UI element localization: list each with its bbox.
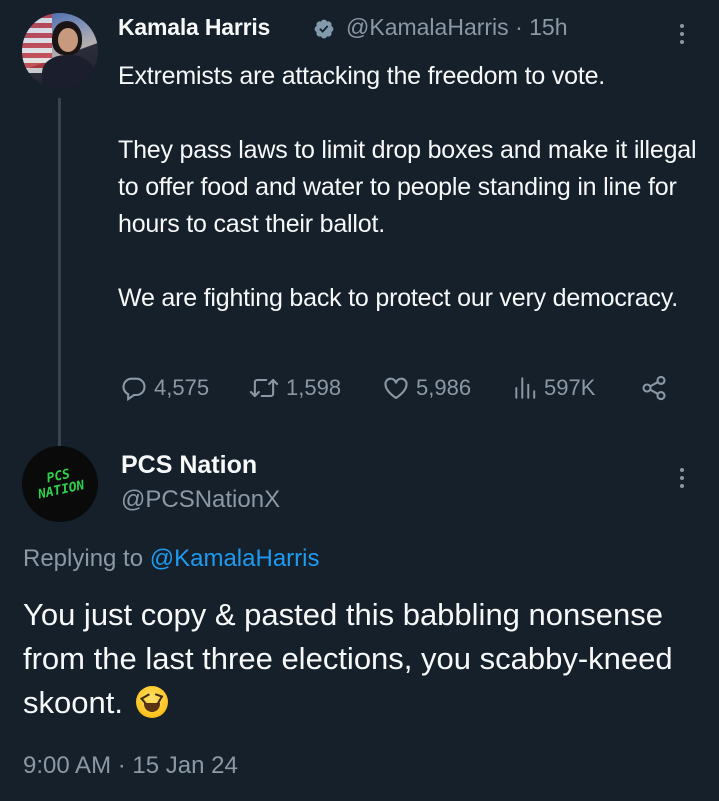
reply-icon [122, 377, 146, 402]
reply-count: 4,575 [154, 375, 210, 400]
post-time[interactable]: 15h [529, 14, 567, 40]
verified-badge-icon[interactable] [313, 18, 335, 40]
tweet-paragraph: They pass laws to limit drop boxes and m… [118, 136, 697, 238]
author-handle-and-time[interactable]: @KamalaHarris · 15h [346, 14, 568, 41]
views-icon [515, 377, 536, 399]
tweet-paragraph: Extremists are attacking the freedom to … [118, 62, 606, 90]
pcs-nation-logo: PCS NATION [36, 466, 86, 503]
repost-icon [249, 378, 279, 398]
reply-author-name[interactable]: PCS Nation [121, 451, 257, 480]
tweet-text: Extremists are attacking the freedom to … [118, 58, 708, 317]
thread-connector-line [58, 98, 61, 450]
author-handle[interactable]: @KamalaHarris [346, 14, 509, 40]
reply-text-content: You just copy & pasted this babbling non… [23, 597, 673, 720]
repost-count: 1,598 [286, 375, 342, 400]
reply-author-handle[interactable]: @PCSNationX [121, 486, 280, 514]
more-options-icon[interactable] [670, 18, 694, 50]
more-options-icon[interactable] [670, 462, 694, 494]
views-action[interactable]: 597K [512, 370, 595, 406]
reply-action[interactable]: 4,575 [120, 370, 209, 406]
repost-action[interactable]: 1,598 [248, 370, 341, 406]
reply-timestamp[interactable]: 9:00 AM · 15 Jan 24 [23, 752, 238, 780]
share-icon[interactable] [640, 374, 668, 402]
tweet-paragraph: We are fighting back to protect our very… [118, 284, 678, 312]
share-action[interactable] [640, 370, 668, 406]
replying-to-line: Replying to @KamalaHarris [23, 545, 319, 573]
avatar-figure-body [42, 55, 94, 89]
replying-to-label: Replying to [23, 545, 144, 572]
like-icon [384, 377, 408, 400]
like-action[interactable]: 5,986 [382, 370, 471, 406]
avatar-figure-face [58, 28, 78, 52]
kamala-harris-avatar[interactable] [22, 13, 98, 89]
author-name[interactable]: Kamala Harris [118, 14, 270, 41]
reply-text: You just copy & pasted this babbling non… [23, 593, 713, 725]
pcs-nation-avatar[interactable]: PCS NATION [22, 446, 98, 522]
replying-to-mention-link[interactable]: @KamalaHarris [150, 545, 320, 572]
grinning-squinting-face-emoji [135, 686, 168, 718]
view-count: 597K [544, 375, 596, 400]
like-count: 5,986 [416, 375, 472, 400]
separator-dot: · [515, 14, 523, 40]
